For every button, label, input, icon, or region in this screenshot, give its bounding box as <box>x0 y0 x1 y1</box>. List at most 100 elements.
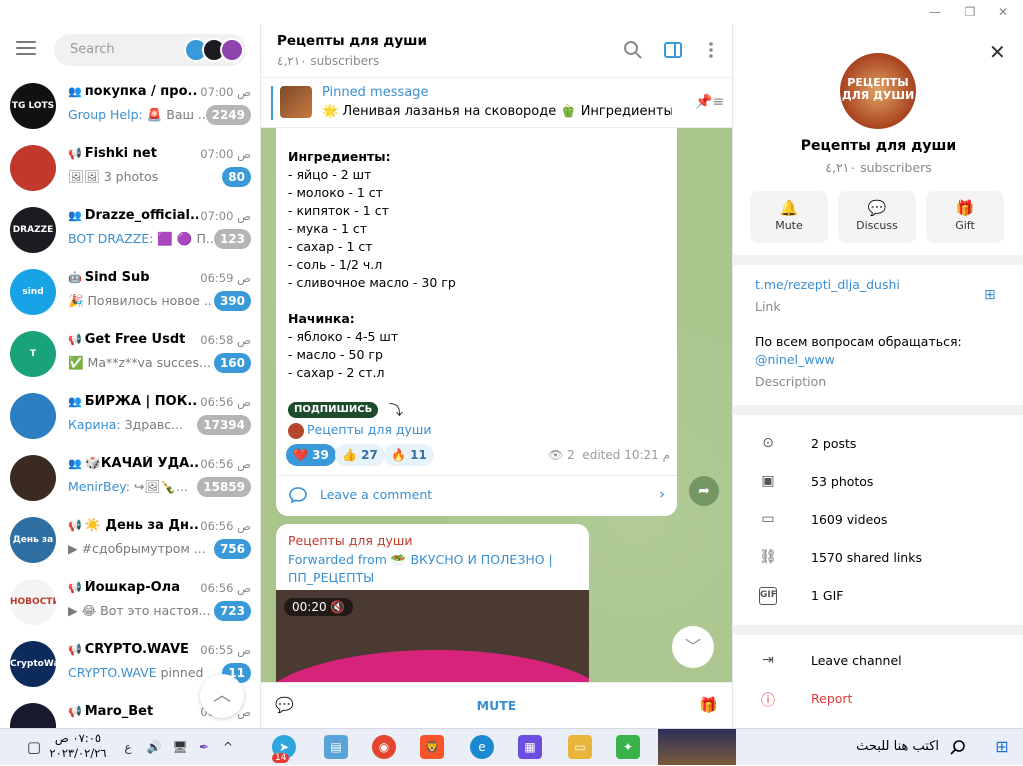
qr-code-icon[interactable]: ⊞ <box>984 287 1000 303</box>
description-link[interactable]: @ninel_www <box>755 352 835 367</box>
window-close-button[interactable]: ✕ <box>993 4 1013 20</box>
story-avatar[interactable] <box>220 38 244 62</box>
video-frame <box>276 650 589 682</box>
chrome-icon[interactable]: ◉ <box>372 735 396 759</box>
chat-avatar: НОВОСТИ <box>10 579 56 625</box>
close-icon[interactable]: ✕ <box>989 40 1006 64</box>
chat-list-item[interactable]: TG LOTS 👥 покупка / про... 07:00 ص Group Hel… <box>0 76 260 138</box>
chat-list-item[interactable]: DRAZZE 👥 Drazze_official... 07:00 ص BOT DRAZ… <box>0 200 260 262</box>
mute-action-button[interactable]: 🔔 Mute <box>750 191 828 243</box>
reaction-fire[interactable]: 🔥 11 <box>384 444 434 466</box>
chat-list-item[interactable]: НОВОСТИ 📢 Йошкар-Ола 06:56 ص ▶ 😂 Вот это нас… <box>0 572 260 634</box>
share-button[interactable]: ➦ <box>689 476 719 506</box>
preview-sender: CRYPTO.WAVE <box>68 665 157 680</box>
mute-button[interactable]: MUTE <box>261 698 732 713</box>
media-label: 1 GIF <box>811 588 844 603</box>
chat-time: 06:56 ص <box>200 519 251 533</box>
scroll-up-button[interactable]: ︿ <box>200 674 244 718</box>
channel-link[interactable]: Рецепты для души <box>288 422 431 439</box>
volume-icon[interactable]: 🔊 <box>142 735 166 759</box>
chat-name-text: 🎲КАЧАЙ УДА... <box>84 456 198 471</box>
chat-list-item[interactable]: sind 🤖 Sind Sub 06:59 ص 🎉 Появилось новое ..… <box>0 262 260 324</box>
chat-name: 👥 🎲КАЧАЙ УДА... <box>68 456 198 471</box>
brave-icon[interactable]: 🦁 <box>420 735 444 759</box>
chat-list-item[interactable]: День за днем 📢☀️ День за Дн...06:56 ص ▶ #с… <box>0 510 260 572</box>
chat-name-text: БИРЖА | ПОК... <box>84 394 198 409</box>
media-gifs[interactable]: GIF 1 GIF <box>733 577 1023 615</box>
game-icon[interactable]: ✦ <box>616 735 640 759</box>
media-posts[interactable]: ⊙ 2 posts <box>733 425 1023 463</box>
leave-channel-button[interactable]: ⇥ Leave channel <box>733 642 1023 680</box>
chat-list-item[interactable]: 👥 🎲КАЧАЙ УДА... 06:56 ص MenirBey: ↪🖼🍾... 158… <box>0 448 260 510</box>
preview-text: Здравс... <box>120 417 184 432</box>
video-icon: ▭ <box>761 511 775 527</box>
report-icon: ⓘ <box>761 693 775 709</box>
network-icon[interactable]: 🖥 <box>168 735 192 759</box>
preview-text: 🎉 Появилось новое ... <box>68 293 213 308</box>
notepad-icon[interactable]: ▤ <box>324 735 348 759</box>
channel-link[interactable]: t.me/rezepti_dlja_dushi <box>755 277 900 292</box>
message-feed[interactable]: Ингредиенты: - яйцо - 2 шт - молоко - 1 … <box>261 128 732 682</box>
chat-avatar: CryptoWave <box>10 641 56 687</box>
store-icon[interactable]: ▦ <box>518 735 542 759</box>
windows-start-icon[interactable]: ⊞ <box>990 735 1014 759</box>
pen-icon[interactable]: ✒ <box>192 735 216 759</box>
media-photos[interactable]: ▣ 53 photos <box>733 463 1023 501</box>
chat-avatar <box>10 455 56 501</box>
media-links[interactable]: ⛓ 1570 shared links <box>733 539 1023 577</box>
scroll-down-button[interactable]: ﹀ <box>672 626 714 668</box>
pinned-text: 🌟 Ленивая лазанья на сковороде 🫑 Ингреди… <box>322 104 672 119</box>
menu-icon[interactable] <box>16 41 36 55</box>
media-videos[interactable]: ▭ 1609 videos <box>733 501 1023 539</box>
muted-speaker-icon[interactable]: 🔇 <box>330 600 345 614</box>
maximize-button[interactable]: ❐ <box>960 4 980 20</box>
reaction-thumbs-up[interactable]: 👍 27 <box>335 444 385 466</box>
chat-time: 06:59 ص <box>200 271 251 285</box>
chat-name-text: Maro_Bet <box>84 704 154 719</box>
video-player[interactable]: 00:20 🔇 <box>276 590 589 682</box>
arrow-icon: ⤵ <box>389 403 403 419</box>
unread-badge: 17394 <box>197 415 251 435</box>
taskbar-search[interactable]: اكتب هنا للبحث <box>771 729 976 766</box>
channel-avatar[interactable]: РЕЦЕПТЫ ДЛЯ ДУШИ <box>840 53 916 129</box>
notification-icon[interactable]: ▢ <box>22 735 46 759</box>
bot-icon: 🤖 <box>68 271 82 284</box>
chat-name: 📢 Fishki net <box>68 146 198 161</box>
minimize-button[interactable]: — <box>925 4 945 20</box>
chat-list-item[interactable]: 📢 Fishki net 07:00 ص 🖼🖼 3 photos 80 <box>0 138 260 200</box>
edge-icon[interactable]: e <box>470 735 494 759</box>
search-highlight-image[interactable] <box>658 729 736 765</box>
message-bubble[interactable]: Рецепты для души Forwarded from 🥗 ВКУСНО… <box>276 524 589 682</box>
chat-list-item[interactable]: 👥 БИРЖА | ПОК... 06:56 ص Карина: Здравс... 1… <box>0 386 260 448</box>
chat-header[interactable]: Рецепты для души ٤,٢١٠ subscribers <box>261 24 732 78</box>
pinned-message-bar[interactable]: Pinned message 🌟 Ленивая лазанья на сков… <box>261 78 732 128</box>
report-button[interactable]: ⓘ Report <box>733 680 1023 718</box>
gift-action-button[interactable]: 🎁 Gift <box>926 191 1004 243</box>
pinned-indicator <box>271 86 273 120</box>
chat-title: Рецепты для души <box>277 33 427 49</box>
chat-avatar: День за днем <box>10 517 56 563</box>
preview-text: ↪🖼🍾... <box>129 479 188 494</box>
gift-icon[interactable]: 🎁 <box>699 696 718 714</box>
chat-view: Рецепты для души ٤,٢١٠ subscribers Pinne… <box>261 24 732 728</box>
action-label: Mute <box>775 219 803 232</box>
chevron-up-icon[interactable]: ^ <box>216 735 240 759</box>
forwarded-from[interactable]: Forwarded from 🥗 ВКУСНО И ПОЛЕЗНО | ПП_Р… <box>288 551 578 587</box>
file-explorer-icon[interactable]: ▭ <box>568 735 592 759</box>
search-icon[interactable] <box>623 40 645 62</box>
more-icon[interactable] <box>701 40 723 62</box>
avatar-text: День за днем <box>12 535 54 545</box>
chat-preview: 🎉 Появилось новое ... <box>68 293 213 309</box>
reaction-heart[interactable]: ❤️ 39 <box>286 444 336 466</box>
chat-list-item[interactable]: T 📢 Get Free Usdt 06:58 ص ✅ Ma**z**va succes… <box>0 324 260 386</box>
leave-comment-button[interactable]: Leave a comment › <box>288 476 665 514</box>
discuss-action-button[interactable]: 💬 Discuss <box>838 191 916 243</box>
language-indicator[interactable]: ع <box>116 735 140 759</box>
search-input[interactable]: Search <box>54 34 246 66</box>
sidebar-toggle-icon[interactable] <box>663 40 685 62</box>
channel-icon: 📢 <box>68 643 82 656</box>
preview-text: ▶ #сдобрымутром ... <box>68 541 206 556</box>
pin-list-icon[interactable]: 📌≡ <box>695 94 724 110</box>
message-bubble[interactable]: Ингредиенты: - яйцо - 2 шт - молоко - 1 … <box>276 128 677 516</box>
taskbar-clock[interactable]: ٠٧:٠٥ ص ٢٠٢٣/٠٢/٢٦ <box>46 731 110 761</box>
